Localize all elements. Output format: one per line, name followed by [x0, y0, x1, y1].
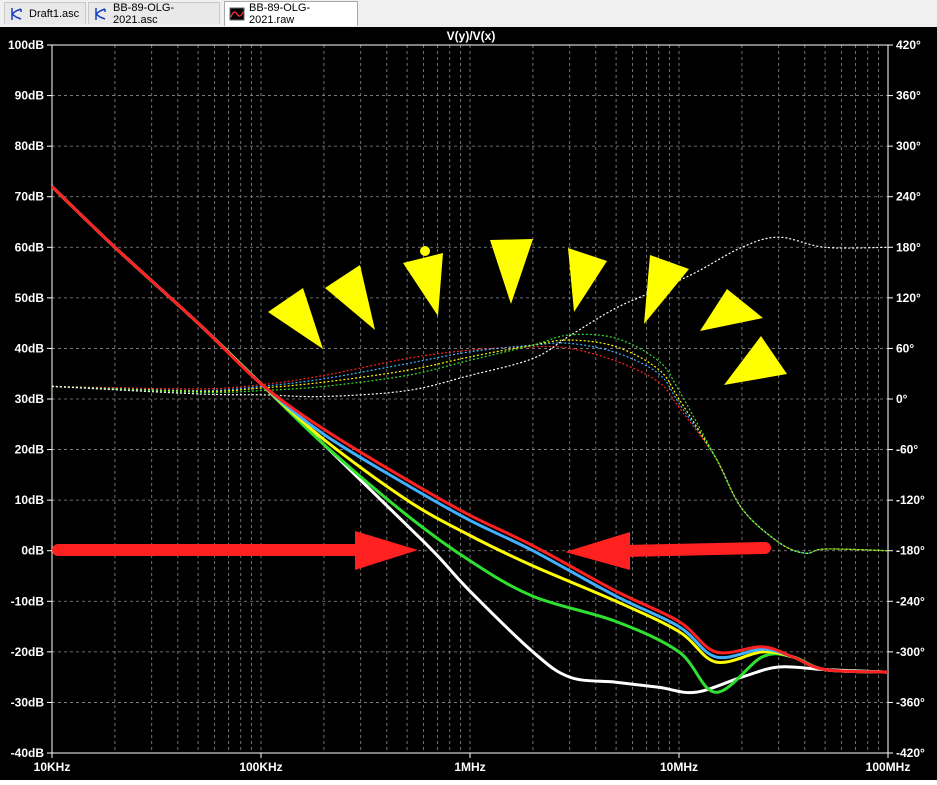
y-tick-label-left: 20dB: [15, 443, 45, 457]
annotations: [52, 239, 787, 570]
schematic-icon: [93, 6, 109, 22]
tab-bar: Draft1.asc BB-89-OLG-2021.asc BB-89-OLG-…: [0, 0, 937, 28]
yellow-triangle-marker: [644, 255, 689, 324]
yellow-triangle-marker: [268, 288, 323, 349]
y-tick-label-right: -420°: [896, 746, 925, 760]
y-tick-label-right: 180°: [896, 240, 921, 254]
chart-title: V(y)/V(x): [447, 29, 496, 43]
y-tick-label-right: 60°: [896, 341, 914, 355]
y-tick-label-left: 80dB: [15, 139, 45, 153]
y-tick-label-right: 300°: [896, 139, 921, 153]
y-tick-label-left: 0dB: [21, 544, 44, 558]
bode-chart[interactable]: 100dB 90dB 80dB 70dB 60dB 50dB 40dB 30dB 20dB 10d…: [0, 27, 937, 780]
y-tick-label-right: -180°: [896, 544, 925, 558]
x-tick-label: 1MHz: [454, 760, 485, 774]
tab-label: BB-89-OLG-2021.raw: [249, 2, 311, 26]
tab-bb89-asc[interactable]: BB-89-OLG-2021.asc: [88, 1, 220, 26]
plot-pane[interactable]: 100dB 90dB 80dB 70dB 60dB 50dB 40dB 30dB 20dB 10d…: [0, 27, 937, 780]
x-tick-label: 100MHz: [866, 760, 911, 774]
y-tick-label-right: -120°: [896, 493, 925, 507]
yellow-triangle-marker: [403, 253, 443, 316]
y-tick-label-right: -240°: [896, 594, 925, 608]
y-tick-label-left: -30dB: [11, 695, 45, 709]
yellow-triangle-marker: [568, 248, 607, 312]
y-tick-label-left: 10dB: [15, 493, 45, 507]
tab-label: BB-89-OLG-2021.asc: [113, 1, 175, 26]
y-tick-label-left: 90dB: [15, 89, 45, 103]
schematic-icon: [9, 6, 25, 22]
y-tick-label-left: 70dB: [15, 190, 45, 204]
x-tick-label: 10MHz: [660, 760, 698, 774]
tab-bb89-raw[interactable]: BB-89-OLG-2021.raw: [224, 1, 358, 26]
y-tick-label-right: 0°: [896, 392, 908, 406]
y-tick-label-right: 420°: [896, 38, 921, 52]
y-tick-label-right: 240°: [896, 190, 921, 204]
y-tick-label-left: -10dB: [11, 594, 45, 608]
tab-draft1[interactable]: Draft1.asc: [4, 2, 86, 24]
red-arrow-right-head: [355, 531, 418, 570]
y-tick-label-left: 60dB: [15, 240, 45, 254]
yellow-triangle-marker: [325, 265, 375, 330]
red-arrow-left-shaft: [619, 542, 771, 557]
y-tick-label-left: 50dB: [15, 291, 45, 305]
y-tick-label-left: 30dB: [15, 392, 45, 406]
y-tick-label-right: -60°: [896, 443, 918, 457]
x-tick-label: 10KHz: [34, 760, 71, 774]
red-arrow-left-head: [565, 532, 630, 570]
yellow-triangle-marker: [724, 336, 787, 385]
yellow-triangle-marker: [490, 239, 533, 304]
y-tick-label-left: -40dB: [11, 746, 45, 760]
y-tick-label-right: -300°: [896, 645, 925, 659]
x-tick-label: 100KHz: [239, 760, 282, 774]
y-tick-label-right: 120°: [896, 291, 921, 305]
y-tick-label-left: 100dB: [8, 38, 44, 52]
yellow-triangle-marker: [700, 289, 763, 331]
yellow-dot-marker: [420, 246, 430, 256]
y-tick-label-right: 360°: [896, 89, 921, 103]
y-tick-label-left: 40dB: [15, 341, 45, 355]
axis-ticks: 100dB 90dB 80dB 70dB 60dB 50dB 40dB 30dB 20dB 10d…: [8, 38, 925, 774]
waveform-icon: [229, 6, 245, 22]
y-tick-label-left: -20dB: [11, 645, 45, 659]
y-tick-label-right: -360°: [896, 695, 925, 709]
tab-label: Draft1.asc: [29, 7, 80, 20]
